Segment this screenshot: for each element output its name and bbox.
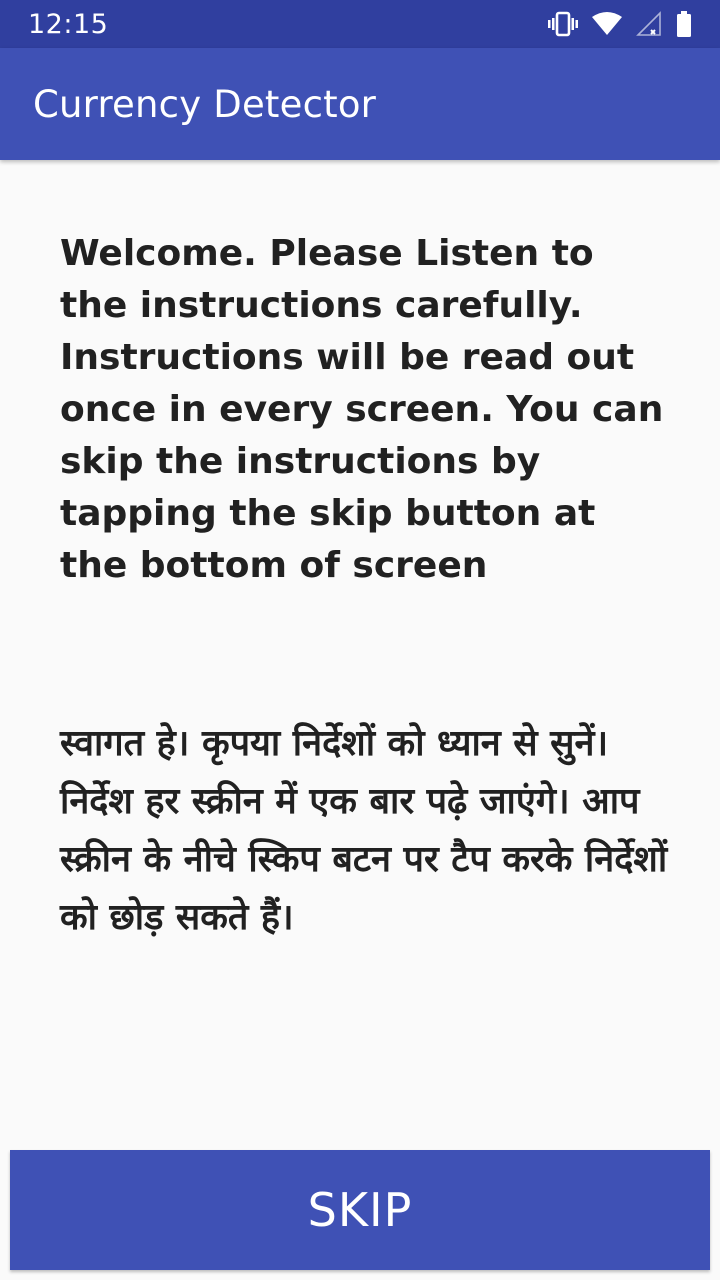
status-icons — [548, 11, 692, 37]
app-title: Currency Detector — [33, 82, 377, 126]
status-time: 12:15 — [28, 8, 109, 40]
vibrate-icon — [548, 11, 578, 37]
instructions-container: Welcome. Please Listen to the instructio… — [60, 228, 670, 947]
cell-signal-icon — [636, 11, 662, 37]
skip-button[interactable]: SKIP — [10, 1150, 710, 1270]
instructions-english: Welcome. Please Listen to the instructio… — [60, 233, 664, 586]
battery-icon — [676, 11, 692, 37]
status-bar: 12:15 — [0, 0, 720, 48]
instructions-hindi: स्वागत हे। कृपया निर्देशों को ध्यान से स… — [60, 723, 668, 938]
app-bar: Currency Detector — [0, 48, 720, 160]
wifi-icon — [592, 12, 622, 36]
